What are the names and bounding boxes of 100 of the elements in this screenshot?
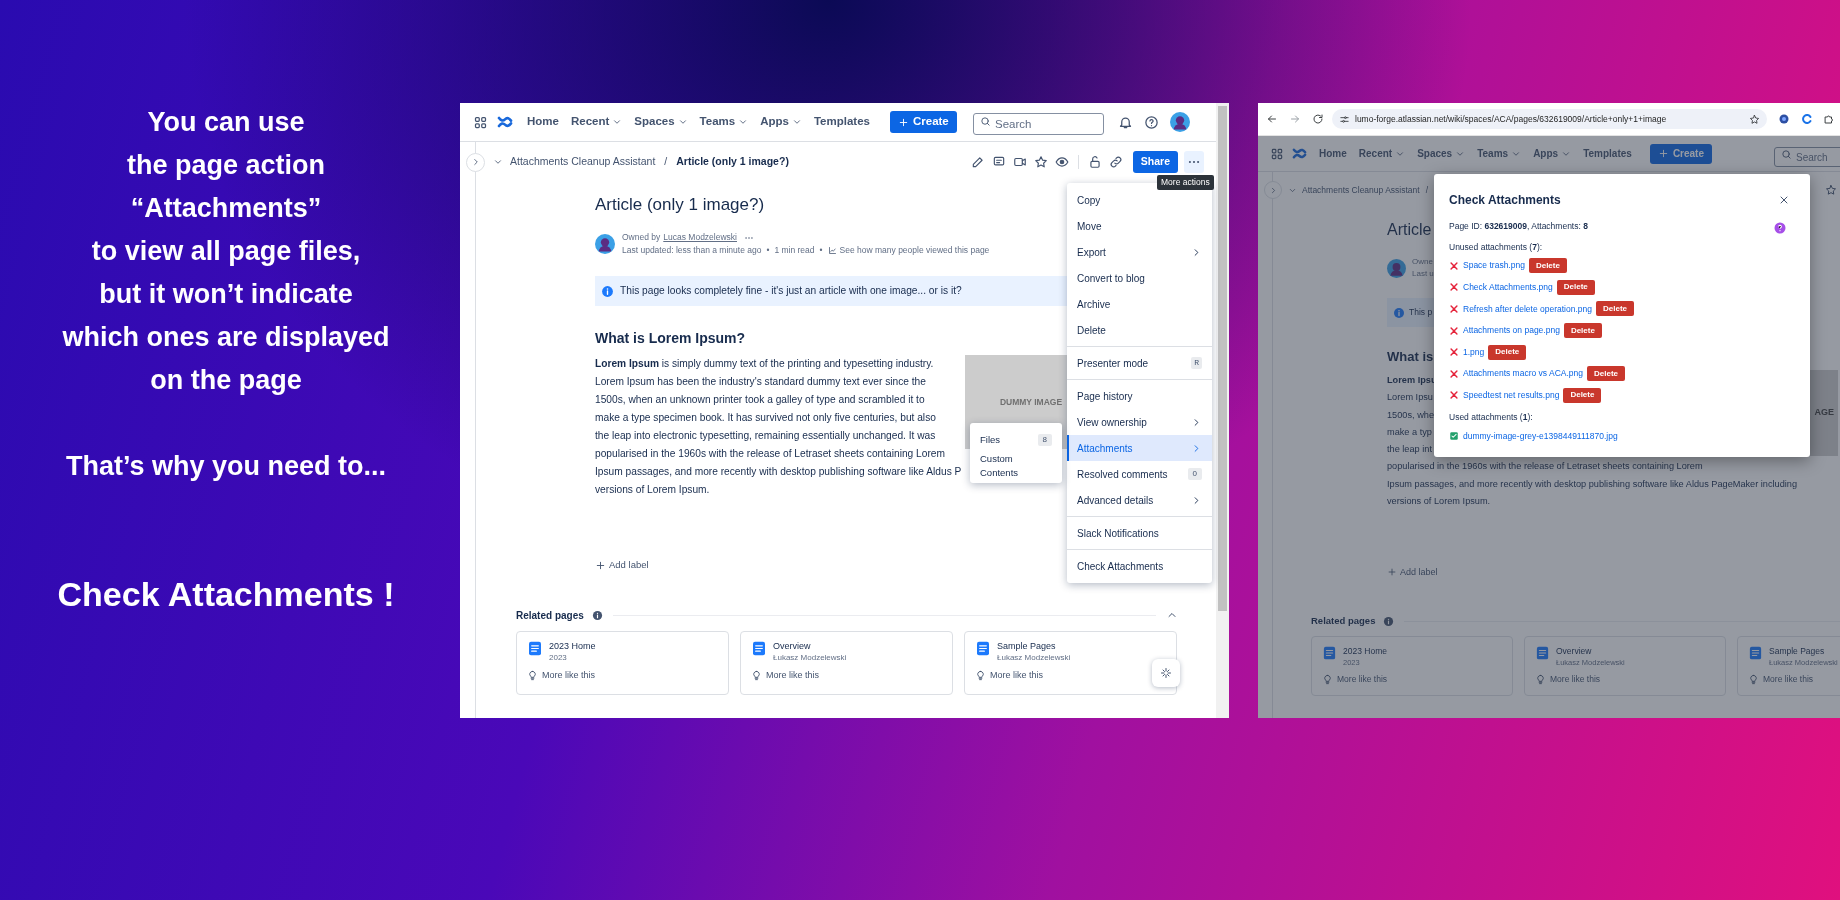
submenu-item[interactable]: Files 8 [970,427,1062,453]
info-icon[interactable] [1383,615,1395,627]
avatar-icon[interactable] [1387,258,1406,278]
attachment-link[interactable]: dummy-image-grey-e1398449111870.jpg [1463,429,1618,443]
more-like-this-link[interactable]: More like this [1763,673,1814,687]
link-icon[interactable] [1108,155,1123,169]
more-like-this-link[interactable]: More like this [990,669,1043,683]
avatar-icon[interactable] [1170,112,1190,132]
create-button[interactable]: Create [1649,143,1712,164]
eye-icon[interactable] [1054,155,1069,169]
menu-item[interactable]: Resolved comments 0 [1067,461,1212,487]
menu-item[interactable]: Delete [1067,317,1212,343]
menu-item[interactable]: Export [1067,239,1212,265]
related-page-title[interactable]: Sample Pages [997,640,1071,652]
nav-menu-item[interactable]: Home [1319,146,1347,161]
help-icon[interactable] [1774,221,1786,234]
search-field[interactable]: Search [1774,147,1840,167]
logo-icon[interactable] [497,114,513,130]
menu-item[interactable]: Slack Notifications [1067,520,1212,546]
page-views-link[interactable]: See how many people viewed this page [839,244,990,257]
close-icon[interactable] [1778,194,1790,206]
delete-button[interactable]: Delete [1587,366,1625,382]
attachment-link[interactable]: Speedtest net results.png [1463,389,1560,402]
delete-button[interactable]: Delete [1596,301,1635,317]
menu-item[interactable]: Copy [1067,187,1212,213]
delete-button[interactable]: Delete [1556,279,1595,295]
nav-menu-item[interactable]: Teams [1477,146,1522,161]
related-page-card[interactable]: Sample Pages Łukasz Modzelewski More like this [964,631,1177,695]
menu-item[interactable]: Page history [1067,383,1212,409]
breadcrumb-link[interactable]: Attachments Cleanup Assistant [1302,183,1420,197]
menu-item[interactable]: Move [1067,213,1212,239]
more-like-this-link[interactable]: More like this [1337,673,1388,687]
menu-item[interactable]: Archive [1067,291,1212,317]
notification-bell-icon[interactable] [1118,114,1133,130]
chevron-down-icon[interactable] [493,157,503,167]
more-like-this-link[interactable]: More like this [766,669,819,683]
bookmark-star-icon[interactable] [1749,113,1760,125]
attachment-link[interactable]: Refresh after delete operation.png [1463,302,1592,316]
attachment-link[interactable]: Check Attachments.png [1463,281,1553,294]
add-label-button[interactable]: Add label [595,557,649,573]
owner-link[interactable]: Lucas Modzelewski [663,231,737,244]
menu-item[interactable]: Attachments [1067,435,1212,461]
breadcrumb-current[interactable]: Article (only 1 image?) [676,154,789,170]
attachment-link[interactable]: Space trash.png [1463,259,1525,273]
scrollbar[interactable] [1216,103,1229,718]
extension-icon[interactable] [1801,113,1813,125]
avatar-icon[interactable] [595,234,615,254]
video-camera-icon[interactable] [1012,155,1027,169]
share-button[interactable]: Share [1132,151,1178,173]
logo-icon[interactable] [1292,146,1307,161]
scrollbar-thumb[interactable] [1218,106,1227,611]
menu-item[interactable]: View ownership [1067,409,1212,435]
lock-icon[interactable] [1087,155,1102,169]
related-page-title[interactable]: 2023 Home [549,640,596,652]
comment-icon[interactable] [991,155,1006,169]
nav-menu-item[interactable]: Spaces [1417,146,1466,161]
address-bar[interactable]: lumo-forge.atlassian.net/wiki/spaces/ACA/pages/632619009/Article+only+1+image [1332,109,1767,129]
nav-menu-item[interactable]: Apps [760,113,802,131]
related-page-card[interactable]: 2023 Home 2023 More like this [516,631,729,695]
attachment-link[interactable]: Attachments macro vs ACA.png [1463,367,1583,381]
delete-button[interactable]: Delete [1528,258,1567,274]
submenu-item[interactable]: Custom Contents [970,453,1062,479]
attachment-link[interactable]: 1.png [1463,345,1485,359]
nav-menu-item[interactable]: Apps [1533,146,1572,161]
add-label-button[interactable]: Add label [1387,565,1438,580]
more-like-this-link[interactable]: More like this [1550,673,1601,687]
menu-item[interactable]: Presenter mode R [1067,350,1212,376]
edit-icon[interactable] [970,155,985,169]
create-button[interactable]: Create [889,111,957,133]
related-page-title[interactable]: 2023 Home [1343,645,1387,658]
search-field[interactable]: Search [973,113,1104,135]
star-icon[interactable] [1033,155,1048,169]
delete-button[interactable]: Delete [1563,323,1602,339]
delete-button[interactable]: Delete [1563,387,1602,403]
more-actions-button[interactable] [1184,151,1204,173]
info-icon[interactable] [591,609,603,621]
nav-menu-item[interactable]: Recent [570,113,623,131]
breadcrumb-link[interactable]: Attachments Cleanup Assistant [510,154,656,170]
site-settings-icon[interactable] [1339,113,1350,125]
nav-menu-item[interactable]: Home [527,113,559,131]
related-page-title[interactable]: Overview [1556,645,1625,658]
related-page-card[interactable]: Overview Łukasz Modzelewski More like this [740,631,953,695]
menu-item[interactable]: Convert to blog [1067,265,1212,291]
delete-button[interactable]: Delete [1488,344,1527,360]
related-page-title[interactable]: Sample Pages [1769,645,1838,658]
star-icon[interactable] [1825,184,1837,196]
more-like-this-link[interactable]: More like this [542,669,595,683]
attachment-link[interactable]: Attachments on page.png [1463,324,1560,337]
reload-icon[interactable] [1312,113,1324,125]
nav-menu-item[interactable]: Templates [1583,146,1632,161]
back-arrow-icon[interactable] [1266,113,1278,125]
menu-item[interactable]: Check Attachments [1067,553,1212,579]
nav-menu-item[interactable]: Spaces [634,113,688,131]
nav-menu-item[interactable]: Teams [699,113,749,131]
help-icon[interactable] [1144,114,1159,130]
nav-menu-item[interactable]: Recent [1358,146,1406,161]
apps-grid-icon[interactable] [473,114,488,130]
apps-grid-icon[interactable] [1270,146,1284,161]
menu-item[interactable]: Advanced details [1067,487,1212,513]
nav-menu-item[interactable]: Templates [813,113,870,131]
